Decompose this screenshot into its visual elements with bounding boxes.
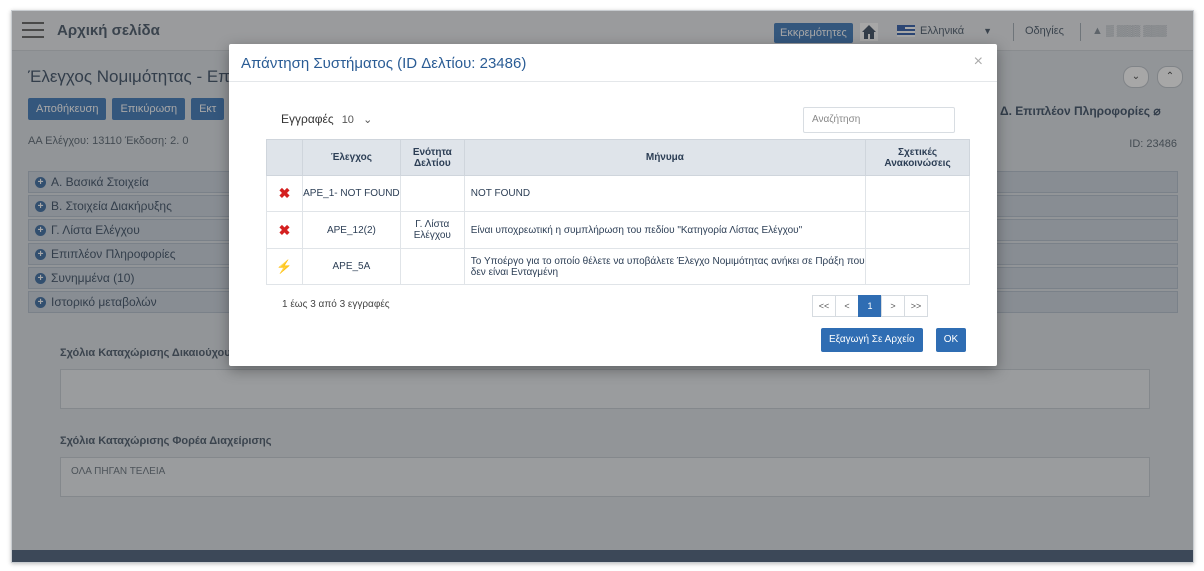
search-input[interactable]: Αναζήτηση: [803, 107, 955, 133]
column-header-section[interactable]: Ενότητα Δελτίου: [399, 139, 465, 176]
records-per-page: Εγγραφές 10 ⌄: [281, 112, 372, 126]
pagination: << < 1 > >>: [812, 295, 928, 317]
prev-page-button[interactable]: <: [835, 295, 859, 317]
error-x-icon: ✖: [266, 211, 303, 249]
records-label: Εγγραφές: [281, 112, 334, 126]
section-cell: [399, 175, 465, 212]
check-cell: APE_12(2): [301, 211, 401, 249]
announcements-cell: [865, 175, 970, 212]
section-cell: [399, 248, 465, 285]
column-header-announcements[interactable]: Σχετικές Ανακοινώσεις: [865, 139, 970, 176]
message-cell: Είναι υποχρεωτική η συμπλήρωση του πεδίο…: [463, 211, 867, 249]
section-cell: Γ. Λίστα Ελέγχου: [399, 211, 465, 249]
records-info: 1 έως 3 από 3 εγγραφές: [282, 299, 390, 310]
column-header-check[interactable]: Έλεγχος: [301, 139, 401, 176]
system-response-modal: Απάντηση Συστήματος (ID Δελτίου: 23486) …: [229, 44, 997, 366]
last-page-button[interactable]: >>: [904, 295, 928, 317]
announcements-cell: [865, 248, 970, 285]
table-row: ✖ APE_12(2) Γ. Λίστα Ελέγχου Είναι υποχρ…: [266, 211, 970, 249]
ok-button[interactable]: OK: [936, 328, 966, 352]
records-select[interactable]: 10 ⌄: [342, 113, 373, 126]
table-row: ✖ APE_1- NOT FOUND NOT FOUND: [266, 175, 970, 212]
message-cell: NOT FOUND: [463, 175, 867, 212]
first-page-button[interactable]: <<: [812, 295, 836, 317]
app-window: Αρχική σελίδα Εκκρεμότητες Ελληνικά ▼ Οδ…: [11, 10, 1194, 563]
table-row: ⚡ APE_5A Το Υποέργο για το οποίο θέλετε …: [266, 248, 970, 285]
page-1-button[interactable]: 1: [858, 295, 882, 317]
bolt-icon: ⚡: [266, 248, 303, 285]
icon-column-header: [266, 139, 303, 176]
announcements-cell: [865, 211, 970, 249]
error-x-icon: ✖: [266, 175, 303, 212]
check-cell: APE_1- NOT FOUND: [301, 175, 401, 212]
message-cell: Το Υποέργο για το οποίο θέλετε να υποβάλ…: [463, 248, 867, 285]
column-header-message[interactable]: Μήνυμα: [463, 139, 867, 176]
check-cell: APE_5A: [301, 248, 401, 285]
modal-header: Απάντηση Συστήματος (ID Δελτίου: 23486) …: [229, 44, 997, 82]
modal-title: Απάντηση Συστήματος (ID Δελτίου: 23486): [241, 55, 527, 72]
export-button[interactable]: Εξαγωγή Σε Αρχείο: [821, 328, 923, 352]
results-table: Έλεγχος Ενότητα Δελτίου Μήνυμα Σχετικές …: [266, 139, 970, 285]
next-page-button[interactable]: >: [881, 295, 905, 317]
close-icon[interactable]: ×: [974, 53, 983, 71]
